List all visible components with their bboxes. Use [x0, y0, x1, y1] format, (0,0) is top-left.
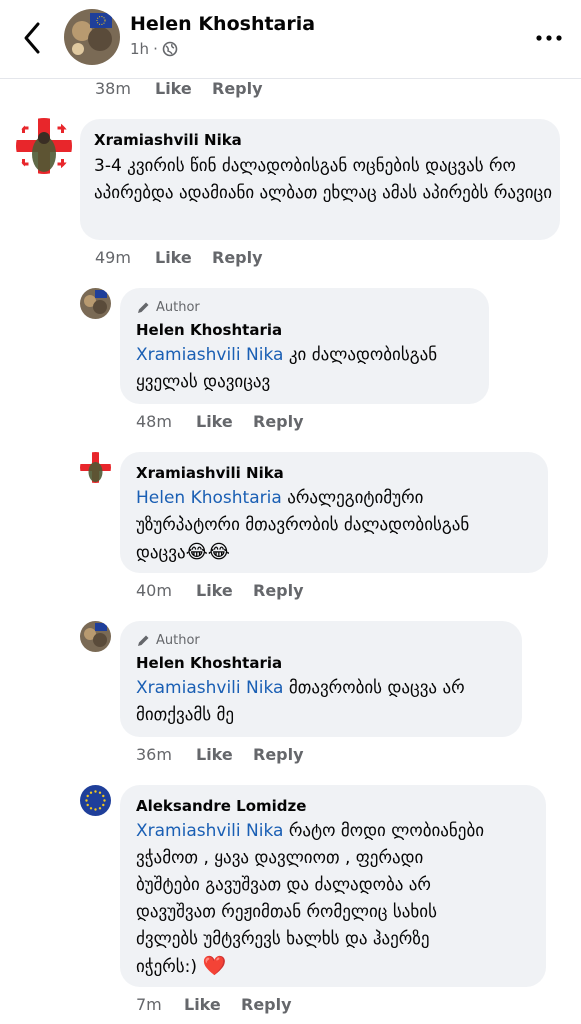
- pencil-icon: [138, 302, 149, 313]
- author-name[interactable]: Helen Khoshtaria: [130, 13, 315, 35]
- reply-author-name[interactable]: Aleksandre Lomidze: [136, 797, 306, 815]
- reply-button[interactable]: Reply: [253, 745, 304, 764]
- mention-link[interactable]: Xramiashvili Nika: [136, 678, 283, 698]
- comment-actions: 49m Like Reply: [95, 248, 263, 267]
- post-meta: 1h ·: [130, 40, 178, 58]
- reply-bubble: Aleksandre Lomidze Xramiashvili Nika რატ…: [120, 785, 546, 987]
- comment-time[interactable]: 7m: [136, 995, 184, 1014]
- globe-icon: [162, 41, 178, 57]
- comment-time[interactable]: 38m: [95, 79, 155, 98]
- like-button[interactable]: Like: [155, 248, 212, 267]
- reply-button[interactable]: Reply: [212, 79, 263, 98]
- like-button[interactable]: Like: [155, 79, 212, 98]
- author-avatar[interactable]: [64, 9, 120, 65]
- like-button[interactable]: Like: [196, 581, 253, 600]
- post-time[interactable]: 1h: [130, 40, 149, 58]
- comment-time[interactable]: 36m: [136, 745, 196, 764]
- author-reply-avatar[interactable]: [80, 621, 111, 652]
- reply-bubble: Author Helen Khoshtaria Xramiashvili Nik…: [120, 621, 522, 737]
- reply-author-name[interactable]: Xramiashvili Nika: [136, 464, 284, 482]
- mention-link[interactable]: Helen Khoshtaria: [136, 488, 282, 508]
- comment-text: 3-4 კვირის წინ ძალადობისგან ოცნების დაცვ…: [94, 156, 553, 203]
- author-badge: Author: [136, 300, 200, 315]
- comment-time[interactable]: 49m: [95, 248, 155, 267]
- reply-button[interactable]: Reply: [212, 248, 263, 267]
- reply-text: Xramiashvili Nika მთავრობის დაცვა არ მით…: [136, 678, 465, 725]
- laughing-emoji: 😂😂: [185, 541, 231, 563]
- reply-bubble: Xramiashvili Nika Helen Khoshtaria არალე…: [120, 452, 548, 573]
- reply-text: Helen Khoshtaria არალეგიტიმური უზურპატორ…: [136, 488, 470, 563]
- reply-button[interactable]: Reply: [241, 995, 292, 1014]
- comment-actions: 48m Like Reply: [136, 412, 304, 431]
- reply-button[interactable]: Reply: [253, 412, 304, 431]
- reply-text: Xramiashvili Nika კი ძალადობისგან ყველას…: [136, 345, 438, 392]
- commenter-avatar[interactable]: [80, 452, 111, 483]
- comment-actions: 40m Like Reply: [136, 581, 304, 600]
- comment-actions: 38m Like Reply: [95, 79, 263, 98]
- comment-actions: 36m Like Reply: [136, 745, 304, 764]
- reply-author-name[interactable]: Helen Khoshtaria: [136, 654, 282, 672]
- author-reply-avatar[interactable]: [80, 288, 111, 319]
- reply-button[interactable]: Reply: [253, 581, 304, 600]
- reply-text: Xramiashvili Nika რატო მოდი ლობიანები ვჭ…: [136, 821, 485, 977]
- reply-author-name[interactable]: Helen Khoshtaria: [136, 321, 282, 339]
- comment-time[interactable]: 40m: [136, 581, 196, 600]
- comment-bubble: Xramiashvili Nika 3-4 კვირის წინ ძალადობ…: [80, 119, 560, 240]
- reply-bubble: Author Helen Khoshtaria Xramiashvili Nik…: [120, 288, 489, 404]
- pencil-icon: [138, 635, 149, 646]
- like-button[interactable]: Like: [184, 995, 241, 1014]
- comment-time[interactable]: 48m: [136, 412, 196, 431]
- post-header: Helen Khoshtaria 1h ·: [0, 0, 581, 79]
- heart-emoji: ❤️: [202, 955, 227, 977]
- like-button[interactable]: Like: [196, 745, 253, 764]
- commenter-avatar[interactable]: [80, 785, 111, 816]
- author-badge: Author: [136, 633, 200, 648]
- commenter-name[interactable]: Xramiashvili Nika: [94, 131, 242, 149]
- meta-separator: ·: [153, 40, 158, 58]
- chevron-left-icon[interactable]: [18, 20, 46, 56]
- like-button[interactable]: Like: [196, 412, 253, 431]
- more-dots-icon[interactable]: [534, 28, 564, 48]
- comment-actions: 7m Like Reply: [136, 995, 292, 1014]
- commenter-avatar[interactable]: [16, 118, 72, 174]
- mention-link[interactable]: Xramiashvili Nika: [136, 345, 283, 365]
- mention-link[interactable]: Xramiashvili Nika: [136, 821, 283, 841]
